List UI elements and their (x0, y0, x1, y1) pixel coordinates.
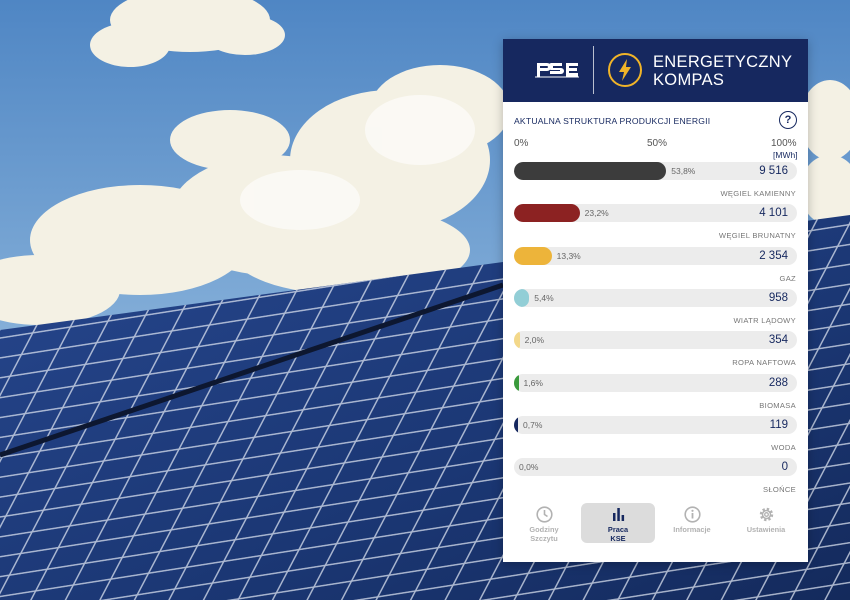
nav-label-line2: Szczytu (530, 534, 558, 543)
production-bar-fill (514, 204, 580, 223)
production-bar-fill (514, 288, 530, 307)
nav-label-line2: KSE (610, 534, 626, 543)
scale-0-label: 0% (514, 138, 529, 149)
production-bar-track: 53,8% 9 516 (514, 162, 797, 180)
production-bar-track: 13,3% 2 354 (514, 246, 797, 265)
production-percent: 0,7% (523, 419, 543, 430)
production-percent: 0,0% (519, 462, 539, 473)
production-row: 5,4% 958 WIATR LĄDOWY (514, 288, 797, 327)
nav-item-kse[interactable]: Praca KSE (581, 503, 655, 543)
production-bar-track: 0,7% 119 (514, 415, 797, 434)
production-source-label: ROPA NAFTOWA (732, 358, 796, 368)
production-percent: 5,4% (534, 292, 554, 303)
production-row: 13,3% 2 354 GAZ (514, 246, 797, 285)
production-value: 958 (768, 291, 788, 304)
section-title: AKTUALNA STRUKTURA PRODUKCJI ENERGII (514, 116, 711, 126)
production-percent: 1,6% (523, 377, 543, 388)
production-value: 2 354 (759, 249, 788, 262)
production-value: 288 (768, 376, 788, 389)
production-percent: 53,8% (671, 166, 696, 176)
nav-item-peak-hours[interactable]: Godziny Szczytu (507, 503, 581, 543)
production-percent: 23,2% (584, 208, 609, 219)
production-bar-track: 2,0% 354 (514, 331, 797, 350)
help-icon[interactable]: ? (779, 111, 797, 129)
pse-logo (535, 63, 579, 78)
production-row: 0,0% 0 SŁOŃCE (514, 458, 797, 496)
app-title-line1: ENERGETYCZNY (653, 53, 793, 71)
nav-item-information[interactable]: Informacje (655, 503, 729, 543)
scale-100-label: 100% (771, 138, 797, 149)
production-source-label: WĘGIEL BRUNATNY (718, 231, 796, 241)
info-icon (683, 506, 701, 523)
production-value: 354 (768, 334, 788, 347)
production-row: 1,6% 288 BIOMASA (514, 373, 797, 412)
production-source-label: SŁOŃCE (762, 485, 796, 495)
production-row: 0,7% 119 WODA (514, 415, 797, 454)
production-source-label: GAZ (779, 273, 796, 283)
lightning-bolt-icon (608, 53, 642, 87)
production-bar-track: 23,2% 4 101 (514, 204, 797, 223)
production-bar-track: 1,6% 288 (514, 373, 797, 392)
production-source-label: WĘGIEL KAMIENNY (720, 189, 796, 198)
scale-50-label: 50% (647, 138, 668, 149)
production-source-label: BIOMASA (759, 400, 796, 410)
production-bar-fill (514, 373, 519, 392)
bar-chart-icon (612, 508, 624, 521)
energy-compass-panel: ENERGETYCZNY KOMPAS AKTUALNA STRUKTURA P… (503, 39, 808, 562)
nav-label-line1: Informacje (673, 525, 711, 534)
header-divider (593, 46, 594, 94)
production-row: 23,2% 4 101 WĘGIEL BRUNATNY (514, 204, 797, 242)
production-value: 0 (781, 461, 788, 474)
production-percent: 13,3% (556, 250, 581, 261)
app-header: ENERGETYCZNY KOMPAS (503, 39, 808, 102)
unit-label: [MWh] (773, 150, 798, 160)
nav-label-line1: Godziny (529, 525, 559, 534)
nav-item-settings[interactable]: Ustawienia (729, 503, 803, 543)
production-bar-track: 0,0% 0 (514, 458, 797, 477)
production-bar-fill (514, 415, 518, 434)
gear-icon (759, 507, 773, 522)
production-bar-fill (514, 246, 552, 265)
production-value: 119 (769, 418, 788, 431)
production-source-label: WODA (771, 442, 796, 452)
production-row: 2,0% 354 ROPA NAFTOWA (514, 331, 797, 369)
production-value: 9 516 (759, 165, 788, 177)
production-bar-track: 5,4% 958 (514, 288, 797, 307)
production-bar-fill (514, 162, 667, 180)
production-source-label: WIATR LĄDOWY (733, 315, 796, 325)
nav-label-line1: Ustawienia (746, 525, 786, 534)
clock-icon (535, 506, 553, 523)
production-value: 4 101 (759, 207, 788, 220)
nav-label-line1: Praca (607, 525, 629, 534)
production-bar-fill (514, 331, 520, 350)
app-title-line2: KOMPAS (653, 71, 725, 89)
app-title: ENERGETYCZNY KOMPAS (653, 53, 792, 89)
bottom-navigation: Godziny Szczytu Praca KSE Informacje Ust… (503, 500, 808, 562)
production-row: 53,8% 9 516 WĘGIEL KAMIENNY (514, 162, 797, 200)
production-percent: 2,0% (524, 335, 545, 346)
